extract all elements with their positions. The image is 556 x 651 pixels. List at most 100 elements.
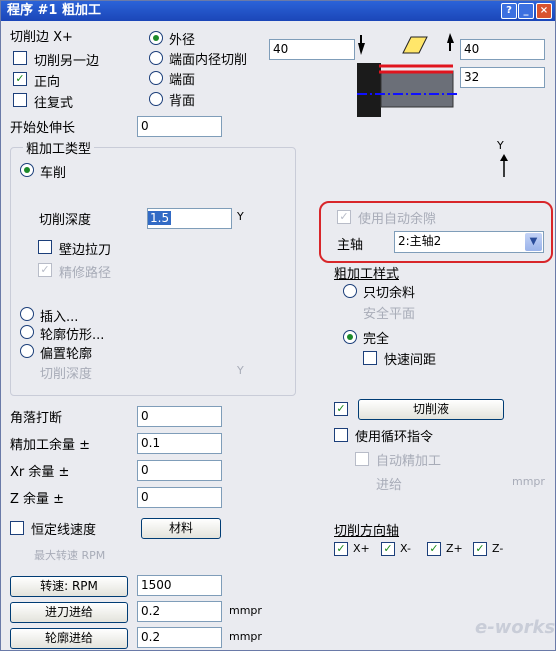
cut-dir-title: 切削方向轴 xyxy=(334,524,400,539)
coolant-button[interactable]: 切削液 xyxy=(358,399,504,420)
axis-x-plus-label: X+ xyxy=(353,542,370,555)
plunge-label: 插入... xyxy=(40,310,79,325)
back-label: 背面 xyxy=(169,94,196,109)
cut-depth2-label: 切削深度 xyxy=(40,367,93,382)
cut-depth-label: 切削深度 xyxy=(39,213,92,228)
auto-finish-label: 自动精加工 xyxy=(376,454,442,469)
turning-label: 车削 xyxy=(40,166,67,181)
spindle-value: 2:主轴2 xyxy=(398,234,442,248)
const-speed-checkbox[interactable] xyxy=(10,521,24,535)
face-radio[interactable] xyxy=(149,71,163,85)
coolant-checkbox[interactable]: ✓ xyxy=(334,402,348,416)
close-icon[interactable]: × xyxy=(536,3,552,19)
rough-style-title: 粗加工样式 xyxy=(334,267,400,282)
corner-break-label: 角落打断 xyxy=(10,411,63,426)
chuck xyxy=(357,63,381,117)
wall-pull-checkbox[interactable] xyxy=(38,240,52,254)
profile-feed-unit: mmpr xyxy=(229,630,262,643)
plunge-radio[interactable] xyxy=(20,307,34,321)
feed-in-unit: mmpr xyxy=(512,475,545,488)
workpiece xyxy=(380,70,454,108)
profile-feed-button[interactable]: 轮廓进给 xyxy=(10,628,128,649)
auto-finish-checkbox[interactable] xyxy=(355,452,369,466)
turning-radio[interactable] xyxy=(20,163,34,177)
complete-label: 完全 xyxy=(363,332,390,347)
feed-button[interactable]: 进刀进给 xyxy=(10,602,128,623)
axis-x-plus-checkbox[interactable]: ✓ xyxy=(334,542,348,556)
profile-feed-input[interactable]: 0.2 xyxy=(137,627,222,648)
finish-path-label: 精修路径 xyxy=(59,266,112,281)
minimize-icon[interactable]: _ xyxy=(518,3,534,19)
axis-z-plus-checkbox[interactable]: ✓ xyxy=(427,542,441,556)
safe-plane-label: 安全平面 xyxy=(363,307,416,322)
cut-depth-input[interactable]: 1.5 xyxy=(147,208,232,229)
face-inner-label: 端面内径切削 xyxy=(169,53,248,68)
axis-z-plus-label: Z+ xyxy=(446,542,463,555)
tool-insert xyxy=(402,36,428,54)
z-allow-input[interactable]: 0 xyxy=(137,487,222,508)
title-bar: 程序 #1 粗加工 ? _ × xyxy=(1,1,555,21)
feed-input[interactable]: 0.2 xyxy=(137,601,222,622)
only-cut-radio[interactable] xyxy=(343,284,357,298)
cut-depth2-unit: Y xyxy=(237,364,244,377)
const-speed-label: 恒定线速度 xyxy=(31,523,97,538)
xr-allow-label: Xr 余量 ± xyxy=(10,465,70,480)
chevron-down-icon[interactable]: ▼ xyxy=(525,233,542,251)
corner-break-input[interactable]: 0 xyxy=(137,406,222,427)
finish-allow-input[interactable]: 0.1 xyxy=(137,433,222,454)
speed-input[interactable]: 1500 xyxy=(137,575,222,596)
spindle-select[interactable]: 2:主轴2 ▼ xyxy=(394,231,544,253)
spindle-label: 主轴 xyxy=(337,238,364,253)
mid-input[interactable]: 40 xyxy=(269,39,355,60)
back-radio[interactable] xyxy=(149,92,163,106)
y-arrow-icon xyxy=(500,154,508,177)
diagram-top-input[interactable]: 40 xyxy=(460,39,545,60)
max-speed-label: 最大转速 RPM xyxy=(34,549,106,562)
speed-button[interactable]: 转速: RPM xyxy=(10,576,128,597)
watermark-logo: e-works xyxy=(475,617,556,638)
fast-gap-label: 快速间距 xyxy=(384,353,437,368)
start-extend-label: 开始处伸长 xyxy=(10,121,76,136)
cut-other-side-checkbox[interactable] xyxy=(13,51,27,65)
face-inner-radio[interactable] xyxy=(149,51,163,65)
reciprocating-label: 往复式 xyxy=(34,96,74,111)
offset-profile-label: 偏置轮廓 xyxy=(40,347,93,362)
help-icon[interactable]: ? xyxy=(501,3,517,19)
xr-allow-input[interactable]: 0 xyxy=(137,460,222,481)
window-title: 程序 #1 粗加工 xyxy=(7,3,101,18)
material-button[interactable]: 材料 xyxy=(141,518,221,539)
axis-x-minus-label: X- xyxy=(400,542,411,555)
outer-radio[interactable] xyxy=(149,31,163,45)
offset-profile-radio[interactable] xyxy=(20,344,34,358)
auto-allow-label: 使用自动余隙 xyxy=(358,212,437,227)
use-cycle-label: 使用循环指令 xyxy=(355,430,434,445)
reciprocating-checkbox[interactable] xyxy=(13,93,27,107)
z-allow-label: Z 余量 ± xyxy=(10,492,65,507)
axis-z-minus-checkbox[interactable]: ✓ xyxy=(473,542,487,556)
cut-depth-value: 1.5 xyxy=(148,211,172,225)
start-extend-input[interactable]: 0 xyxy=(137,116,222,137)
auto-allow-checkbox[interactable]: ✓ xyxy=(337,210,351,224)
face-label: 端面 xyxy=(169,73,196,88)
wall-pull-label: 壁边拉刀 xyxy=(59,243,112,258)
diagram-bottom-input[interactable]: 32 xyxy=(460,67,545,88)
feed-unit: mmpr xyxy=(229,604,262,617)
cut-other-side-label: 切削另一边 xyxy=(34,54,100,69)
finish-path-checkbox[interactable]: ✓ xyxy=(38,263,52,277)
y-axis-label: Y xyxy=(497,139,504,152)
use-cycle-checkbox[interactable] xyxy=(334,428,348,442)
rough-type-title: 粗加工类型 xyxy=(23,138,95,157)
forward-checkbox[interactable]: ✓ xyxy=(13,72,27,86)
axis-x-minus-checkbox[interactable]: ✓ xyxy=(381,542,395,556)
cut-depth-unit: Y xyxy=(237,210,244,223)
feed-in-label: 进给 xyxy=(376,478,403,493)
only-cut-label: 只切余料 xyxy=(363,286,416,301)
forward-label: 正向 xyxy=(34,75,61,90)
fast-gap-checkbox[interactable] xyxy=(363,351,377,365)
axis-z-minus-label: Z- xyxy=(492,542,504,555)
dialog-window: 程序 #1 粗加工 ? _ × 切削边 X+ 切削另一边 ✓ 正向 往复式 开始… xyxy=(0,0,556,651)
complete-radio[interactable] xyxy=(343,330,357,344)
cut-edge-label: 切削边 X+ xyxy=(10,30,73,45)
outer-label: 外径 xyxy=(169,33,196,48)
profile-follow-radio[interactable] xyxy=(20,325,34,339)
